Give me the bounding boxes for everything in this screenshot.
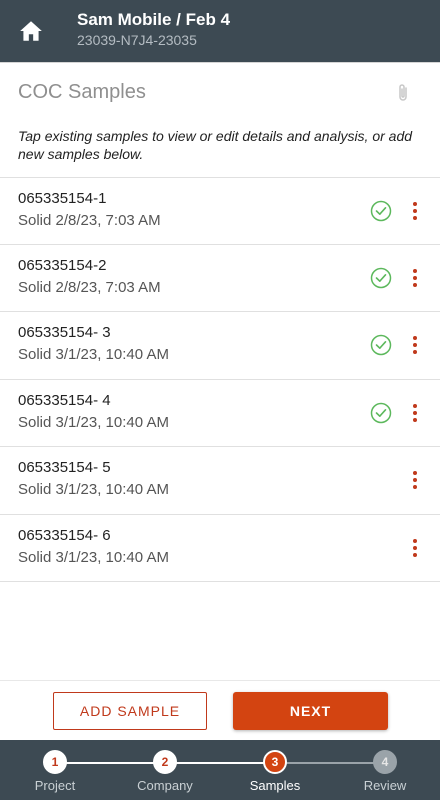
sample-detail: Solid 3/1/23, 10:40 AM bbox=[18, 413, 169, 431]
progress-stepper: 1 Project 2 Company 3 Samples 4 Review bbox=[0, 740, 440, 800]
step-project[interactable]: 1 Project bbox=[15, 750, 95, 793]
step-label: Review bbox=[363, 778, 407, 793]
check-circle-icon bbox=[370, 200, 392, 222]
sample-list: 065335154-1 Solid 2/8/23, 7:03 AM 065335… bbox=[0, 177, 440, 582]
step-number: 2 bbox=[153, 750, 177, 774]
paperclip-icon[interactable] bbox=[396, 83, 410, 103]
step-review[interactable]: 4 Review bbox=[345, 750, 425, 793]
more-options-icon[interactable] bbox=[404, 465, 426, 495]
check-circle-icon bbox=[370, 334, 392, 356]
step-label: Project bbox=[34, 778, 76, 793]
step-company[interactable]: 2 Company bbox=[125, 750, 205, 793]
more-options-icon[interactable] bbox=[404, 263, 426, 293]
section-title: COC Samples bbox=[18, 81, 146, 103]
sample-row[interactable]: 065335154-1 Solid 2/8/23, 7:03 AM bbox=[0, 177, 440, 245]
sample-id: 065335154- 6 bbox=[18, 526, 111, 544]
sample-row[interactable]: 065335154- 3 Solid 3/1/23, 10:40 AM bbox=[0, 312, 440, 380]
sample-id: 065335154- 4 bbox=[18, 391, 111, 409]
sample-detail: Solid 2/8/23, 7:03 AM bbox=[18, 212, 161, 229]
sample-id: 065335154- 3 bbox=[18, 324, 111, 341]
sample-row[interactable]: 065335154- 4 Solid 3/1/23, 10:40 AM bbox=[0, 380, 440, 447]
header-title: Sam Mobile / Feb 4 bbox=[77, 10, 231, 29]
more-options-icon[interactable] bbox=[404, 398, 426, 428]
sample-detail: Solid 2/8/23, 7:03 AM bbox=[18, 278, 161, 296]
instructions-text: Tap existing samples to view or edit det… bbox=[18, 128, 413, 162]
step-number: 3 bbox=[263, 750, 287, 774]
sample-row[interactable]: 065335154- 5 Solid 3/1/23, 10:40 AM bbox=[0, 447, 440, 515]
action-bar: ADD SAMPLE NEXT bbox=[0, 680, 440, 740]
sample-row[interactable]: 065335154- 6 Solid 3/1/23, 10:40 AM bbox=[0, 515, 440, 582]
step-label: Samples bbox=[249, 778, 301, 793]
sample-id: 065335154- 5 bbox=[18, 459, 111, 476]
sample-detail: Solid 3/1/23, 10:40 AM bbox=[18, 548, 169, 566]
step-number: 4 bbox=[373, 750, 397, 774]
add-sample-button[interactable]: ADD SAMPLE bbox=[53, 692, 207, 730]
step-number: 1 bbox=[43, 750, 67, 774]
home-button[interactable] bbox=[13, 13, 49, 49]
main-content: COC Samples Tap existing samples to view… bbox=[0, 62, 440, 680]
home-icon bbox=[20, 21, 42, 41]
sample-detail: Solid 3/1/23, 10:40 AM bbox=[18, 481, 169, 498]
sample-id: 065335154-1 bbox=[18, 190, 107, 207]
sample-row[interactable]: 065335154-2 Solid 2/8/23, 7:03 AM bbox=[0, 245, 440, 312]
step-samples[interactable]: 3 Samples bbox=[235, 750, 315, 793]
app-header: Sam Mobile / Feb 4 23039-N7J4-23035 bbox=[0, 0, 440, 62]
next-button[interactable]: NEXT bbox=[233, 692, 388, 730]
sample-detail: Solid 3/1/23, 10:40 AM bbox=[18, 346, 169, 363]
check-circle-icon bbox=[370, 402, 392, 423]
more-options-icon[interactable] bbox=[404, 330, 426, 360]
more-options-icon[interactable] bbox=[404, 196, 426, 226]
more-options-icon[interactable] bbox=[404, 533, 426, 563]
sample-id: 065335154-2 bbox=[18, 256, 107, 274]
header-subtitle: 23039-N7J4-23035 bbox=[77, 32, 197, 48]
step-label: Company bbox=[137, 778, 193, 793]
check-circle-icon bbox=[370, 267, 392, 288]
